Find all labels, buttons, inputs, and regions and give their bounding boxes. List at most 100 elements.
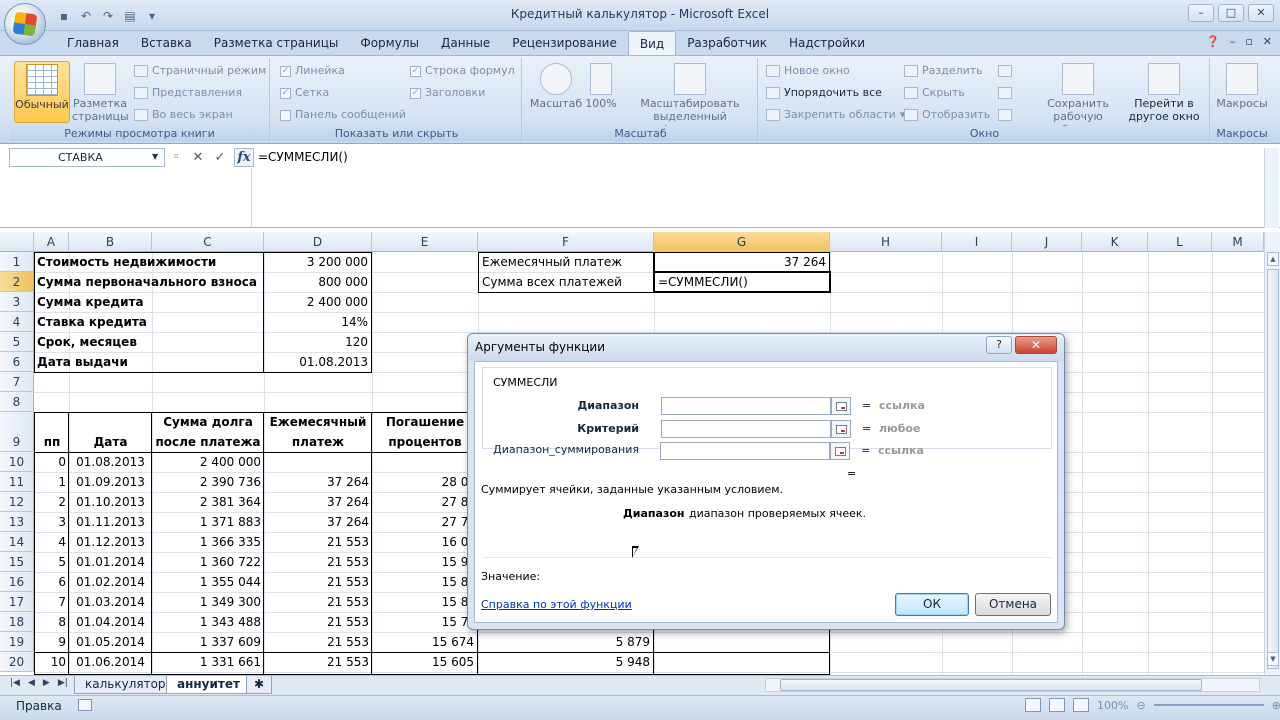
zoom-level[interactable]: 100% bbox=[1097, 699, 1128, 712]
row-debt[interactable]: 2 400 000 bbox=[152, 452, 263, 472]
row-date[interactable]: 01.09.2013 bbox=[69, 472, 152, 492]
row-debt[interactable]: 1 337 609 bbox=[152, 632, 263, 652]
arg-range-input[interactable] bbox=[661, 397, 831, 415]
total-payments-label[interactable]: Сумма всех платежей bbox=[480, 272, 652, 292]
row-principal[interactable]: 5 948 bbox=[478, 652, 652, 672]
header-debt-line1[interactable]: Сумма долга bbox=[152, 412, 264, 432]
row-payment[interactable]: 37 264 bbox=[264, 492, 371, 512]
page-layout-view-button[interactable]: Разметка страницы bbox=[72, 61, 129, 123]
row-number[interactable]: 10 bbox=[35, 652, 68, 672]
row-payment[interactable]: 21 553 bbox=[264, 592, 371, 612]
header-date[interactable]: Дата bbox=[69, 432, 152, 452]
row-interest[interactable]: 15 605 bbox=[372, 652, 476, 672]
scroll-up-icon[interactable]: ▲ bbox=[1267, 252, 1279, 266]
normal-view-button[interactable]: Обычный bbox=[14, 61, 70, 123]
ruler-checkbox[interactable]: ✓ Линейка bbox=[280, 62, 345, 80]
sheet-tab-annuity[interactable]: аннуитет bbox=[166, 676, 251, 694]
sync-scroll-button[interactable] bbox=[998, 84, 1012, 102]
tab-data[interactable]: Данные bbox=[430, 31, 501, 55]
param-label[interactable]: Сумма кредита bbox=[35, 292, 263, 312]
row-header[interactable]: 18 bbox=[0, 612, 34, 632]
row-payment[interactable]: 21 553 bbox=[264, 532, 371, 552]
header-interest-line2[interactable]: процентов bbox=[372, 432, 478, 452]
zoom-out-icon[interactable]: ⊖ bbox=[1136, 699, 1145, 712]
header-debt-line2[interactable]: после платежа bbox=[152, 432, 264, 452]
param-value[interactable]: 800 000 bbox=[264, 272, 370, 292]
row-number[interactable]: 1 bbox=[35, 472, 68, 492]
row-number[interactable]: 5 bbox=[35, 552, 68, 572]
workbook-restore-icon[interactable]: ▫ bbox=[1245, 35, 1252, 48]
param-label[interactable]: Стоимость недвижимости bbox=[35, 252, 263, 272]
column-header-a[interactable]: A bbox=[34, 232, 69, 252]
page-break-view-icon[interactable] bbox=[1073, 698, 1089, 712]
row-header[interactable]: 10 bbox=[0, 452, 34, 472]
column-header-l[interactable]: L bbox=[1148, 232, 1212, 252]
row-payment[interactable]: 21 553 bbox=[264, 632, 371, 652]
row-debt[interactable]: 1 371 883 bbox=[152, 512, 263, 532]
insert-function-icon[interactable]: fx bbox=[234, 148, 254, 167]
hide-window-button[interactable]: Скрыть bbox=[904, 84, 965, 102]
workbook-minimize-icon[interactable]: – bbox=[1230, 35, 1236, 48]
macro-record-icon[interactable] bbox=[78, 699, 92, 711]
row-date[interactable]: 01.10.2013 bbox=[69, 492, 152, 512]
new-window-button[interactable]: Новое окно bbox=[766, 62, 850, 80]
tab-page-layout[interactable]: Разметка страницы bbox=[203, 31, 350, 55]
row-header[interactable]: 16 bbox=[0, 572, 34, 592]
column-header-e[interactable]: E bbox=[372, 232, 478, 252]
header-payment-line1[interactable]: Ежемесячный bbox=[264, 412, 372, 432]
row-header[interactable]: 17 bbox=[0, 592, 34, 612]
office-button[interactable] bbox=[4, 3, 46, 45]
row-interest[interactable]: 27 78 bbox=[372, 512, 478, 532]
tab-developer[interactable]: Разработчик bbox=[676, 31, 778, 55]
normal-view-icon[interactable] bbox=[1025, 698, 1041, 712]
formula-input[interactable]: =СУММЕСЛИ() bbox=[258, 150, 348, 164]
save-workspace-button[interactable]: Сохранить рабочую область bbox=[1040, 61, 1116, 136]
help-icon[interactable]: ❓ bbox=[1206, 35, 1220, 48]
row-interest[interactable]: 28 00 bbox=[372, 472, 478, 492]
tab-formulas[interactable]: Формулы bbox=[349, 31, 430, 55]
row-date[interactable]: 01.03.2014 bbox=[69, 592, 152, 612]
row-header[interactable]: 6 bbox=[0, 352, 34, 372]
row-header[interactable]: 7 bbox=[0, 372, 34, 392]
column-header-h[interactable]: H bbox=[830, 232, 942, 252]
param-value[interactable]: 01.08.2013 bbox=[264, 352, 370, 372]
tab-view[interactable]: Вид bbox=[627, 31, 677, 55]
row-interest[interactable]: 15 80 bbox=[372, 592, 478, 612]
param-label[interactable]: Ставка кредита bbox=[35, 312, 263, 332]
param-value[interactable]: 14% bbox=[264, 312, 370, 332]
row-interest[interactable]: 27 89 bbox=[372, 492, 478, 512]
row-number[interactable]: 9 bbox=[35, 632, 68, 652]
cancel-button[interactable]: Отмена bbox=[975, 593, 1051, 616]
row-debt[interactable]: 1 349 300 bbox=[152, 592, 263, 612]
row-number[interactable]: 0 bbox=[35, 452, 68, 472]
row-header[interactable]: 15 bbox=[0, 552, 34, 572]
vertical-scrollbar[interactable]: ▲ ▼ bbox=[1264, 232, 1280, 675]
row-interest[interactable]: 15 87 bbox=[372, 572, 478, 592]
column-header-b[interactable]: B bbox=[69, 232, 152, 252]
scroll-down-icon[interactable]: ▼ bbox=[1267, 652, 1279, 666]
monthly-payment-value[interactable]: 37 264 bbox=[656, 252, 828, 272]
column-header-m[interactable]: M bbox=[1212, 232, 1264, 252]
column-header-k[interactable]: K bbox=[1082, 232, 1148, 252]
name-box[interactable]: СТАВКА bbox=[9, 148, 165, 167]
row-payment[interactable]: 37 264 bbox=[264, 472, 371, 492]
header-interest-line1[interactable]: Погашение bbox=[372, 412, 478, 432]
row-number[interactable]: 7 bbox=[35, 592, 68, 612]
row-header[interactable]: 12 bbox=[0, 492, 34, 512]
tab-insert[interactable]: Вставка bbox=[130, 31, 203, 55]
param-label[interactable]: Дата выдачи bbox=[35, 352, 263, 372]
row-debt[interactable]: 2 381 364 bbox=[152, 492, 263, 512]
row-interest[interactable]: 16 00 bbox=[372, 532, 478, 552]
param-value[interactable]: 3 200 000 bbox=[264, 252, 370, 272]
row-debt[interactable]: 1 366 335 bbox=[152, 532, 263, 552]
row-header[interactable]: 4 bbox=[0, 312, 34, 332]
workbook-close-icon[interactable]: ✕ bbox=[1263, 35, 1272, 48]
row-number[interactable]: 6 bbox=[35, 572, 68, 592]
row-payment[interactable]: 21 553 bbox=[264, 652, 371, 672]
zoom-to-selection-button[interactable]: Масштабировать выделенный фрагмент bbox=[628, 61, 752, 136]
dialog-help-button[interactable]: ? bbox=[986, 336, 1012, 354]
row-date[interactable]: 01.05.2014 bbox=[69, 632, 152, 652]
monthly-payment-label[interactable]: Ежемесячный платеж bbox=[480, 252, 652, 272]
page-break-view-button[interactable]: Страничный режим bbox=[134, 62, 266, 80]
collapse-dialog-icon[interactable] bbox=[831, 420, 851, 438]
